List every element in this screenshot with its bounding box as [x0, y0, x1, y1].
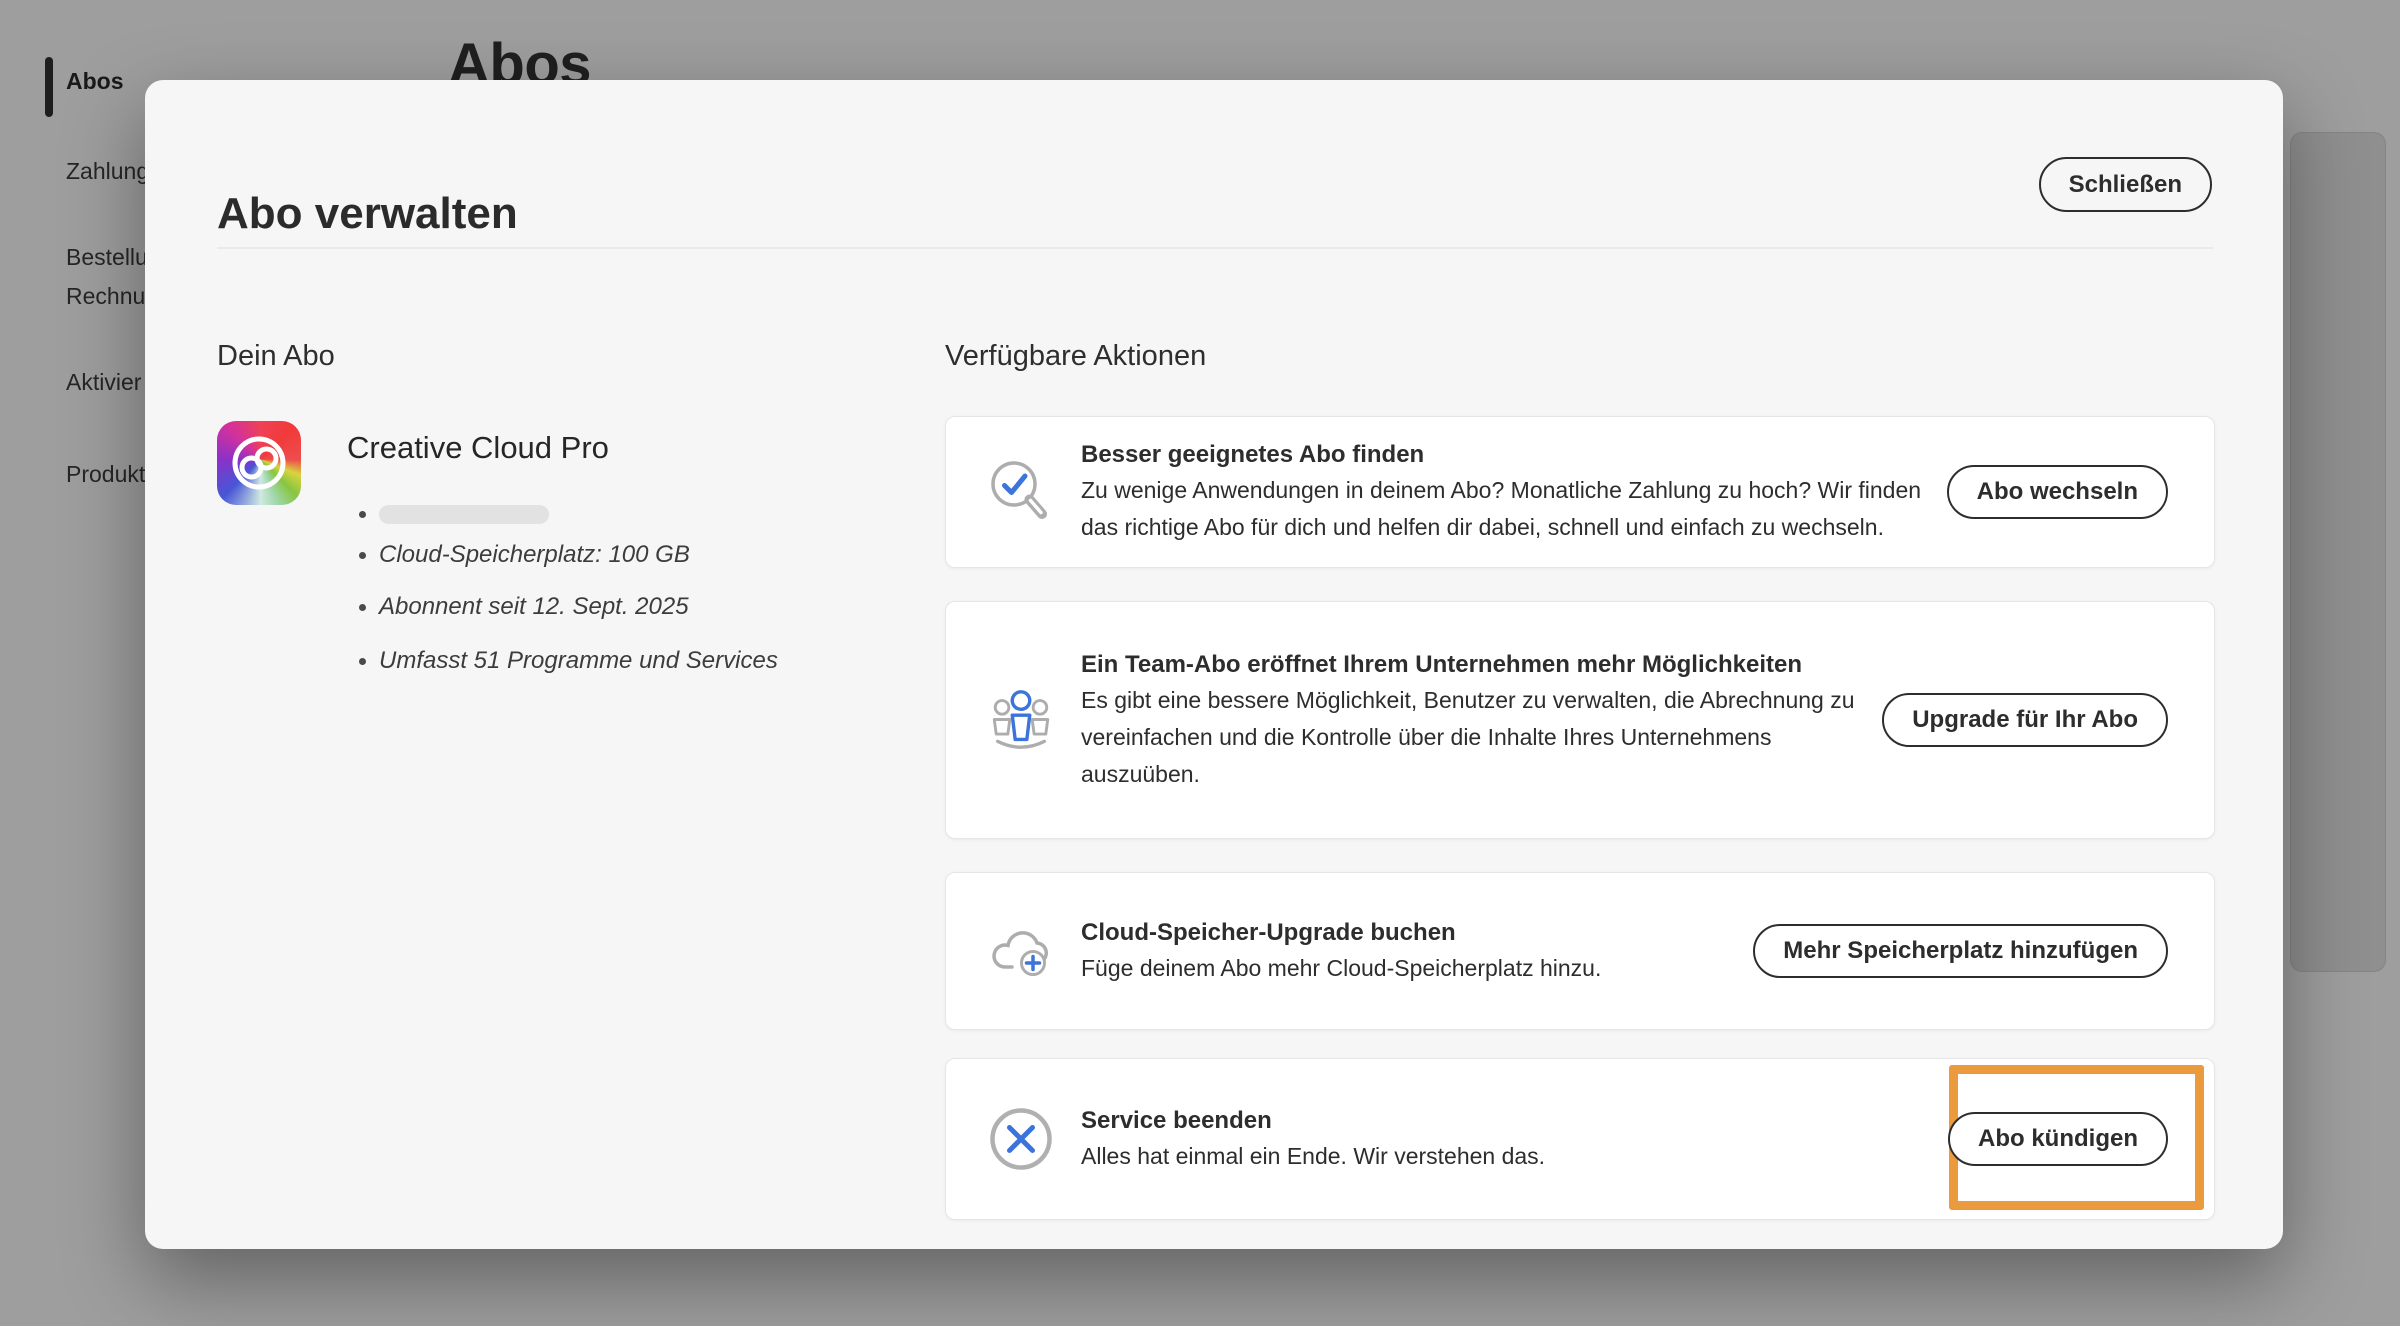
action-card: Cloud-Speicher-Upgrade buchen Füge deine…	[945, 872, 2215, 1030]
sidebar-item-abos[interactable]: Abos	[66, 66, 124, 96]
action-card: Besser geeignetes Abo finden Zu wenige A…	[945, 416, 2215, 568]
sidebar-item-zahlung[interactable]: Zahlung	[66, 156, 149, 186]
plan-detail-item: Cloud-Speicherplatz: 100 GB	[359, 540, 690, 570]
action-card-button[interactable]: Upgrade für Ihr Abo	[1882, 693, 2168, 747]
plan-detail-text: Abonnent seit 12. Sept. 2025	[379, 593, 689, 621]
header-divider	[217, 247, 2213, 249]
your-plan-heading: Dein Abo	[217, 338, 877, 374]
action-card-title: Service beenden	[1081, 1104, 1948, 1138]
circle-x-icon	[986, 1106, 1056, 1172]
action-card-body-line: Es gibt eine bessere Möglichkeit, Benutz…	[1081, 682, 1882, 719]
your-plan-section: Dein Abo Creative Cloud Pro Cloud-Speich…	[217, 338, 877, 374]
sidebar-item-aktivier[interactable]: Aktivier	[66, 367, 141, 397]
magnifier-check-icon	[986, 457, 1056, 527]
action-card-button[interactable]: Abo wechseln	[1947, 465, 2168, 519]
action-card: Service beenden Alles hat einmal ein End…	[945, 1058, 2215, 1220]
action-card-text: Service beenden Alles hat einmal ein End…	[1081, 1104, 1948, 1175]
modal-title: Abo verwalten	[217, 189, 518, 240]
sidebar-item-rechnu[interactable]: Rechnu	[66, 281, 145, 311]
action-card-body-line: auszuüben.	[1081, 756, 1882, 793]
action-card-body-line: Füge deinem Abo mehr Cloud-Speicherplatz…	[1081, 950, 1753, 987]
plan-detail-item: Umfasst 51 Programme und Services	[359, 646, 778, 676]
manage-plan-modal: Abo verwalten Schließen Dein Abo Creativ…	[145, 80, 2283, 1249]
sidebar-item-produkt[interactable]: Produkt	[66, 459, 145, 489]
action-card-title: Ein Team-Abo eröffnet Ihrem Unternehmen …	[1081, 648, 1882, 682]
redacted-value	[379, 505, 549, 524]
available-actions-section: Verfügbare Aktionen Besser geeignetes Ab…	[945, 338, 2215, 374]
sidebar-active-indicator	[45, 57, 53, 117]
action-cards: Besser geeignetes Abo finden Zu wenige A…	[945, 416, 2215, 1220]
team-people-icon	[986, 686, 1056, 754]
action-card-body-line: Zu wenige Anwendungen in deinem Abo? Mon…	[1081, 472, 1947, 509]
action-card: Ein Team-Abo eröffnet Ihrem Unternehmen …	[945, 601, 2215, 839]
action-card-text: Cloud-Speicher-Upgrade buchen Füge deine…	[1081, 916, 1753, 987]
plan-detail-item: Abonnent seit 12. Sept. 2025	[359, 592, 689, 622]
action-card-button[interactable]: Mehr Speicherplatz hinzufügen	[1753, 924, 2168, 978]
bullet-dot	[359, 511, 366, 518]
action-card-title: Besser geeignetes Abo finden	[1081, 438, 1947, 472]
plan-product-name: Creative Cloud Pro	[347, 430, 609, 466]
action-card-body-line: Alles hat einmal ein Ende. Wir verstehen…	[1081, 1138, 1948, 1175]
action-card-body-line: vereinfachen und die Kontrolle über die …	[1081, 719, 1882, 756]
plan-detail-text: Cloud-Speicherplatz: 100 GB	[379, 541, 690, 569]
bullet-dot	[359, 658, 366, 665]
action-card-title: Cloud-Speicher-Upgrade buchen	[1081, 916, 1753, 950]
action-card-text: Besser geeignetes Abo finden Zu wenige A…	[1081, 438, 1947, 546]
plan-detail-text: Umfasst 51 Programme und Services	[379, 647, 778, 675]
sidebar-item-bestellu[interactable]: Bestellu	[66, 242, 148, 272]
plan-detail-item	[359, 499, 549, 529]
action-card-text: Ein Team-Abo eröffnet Ihrem Unternehmen …	[1081, 648, 1882, 793]
background-content-card	[2290, 132, 2386, 972]
page-root: Abos AbosZahlungBestelluRechnuAktivierPr…	[0, 0, 2400, 1326]
action-card-button[interactable]: Abo kündigen	[1948, 1112, 2168, 1166]
close-button[interactable]: Schließen	[2039, 157, 2212, 212]
creative-cloud-app-icon	[217, 421, 301, 505]
action-card-body-line: das richtige Abo für dich und helfen dir…	[1081, 509, 1947, 546]
cloud-plus-icon	[986, 921, 1056, 981]
bullet-dot	[359, 552, 366, 559]
bullet-dot	[359, 604, 366, 611]
available-actions-heading: Verfügbare Aktionen	[945, 338, 2215, 374]
